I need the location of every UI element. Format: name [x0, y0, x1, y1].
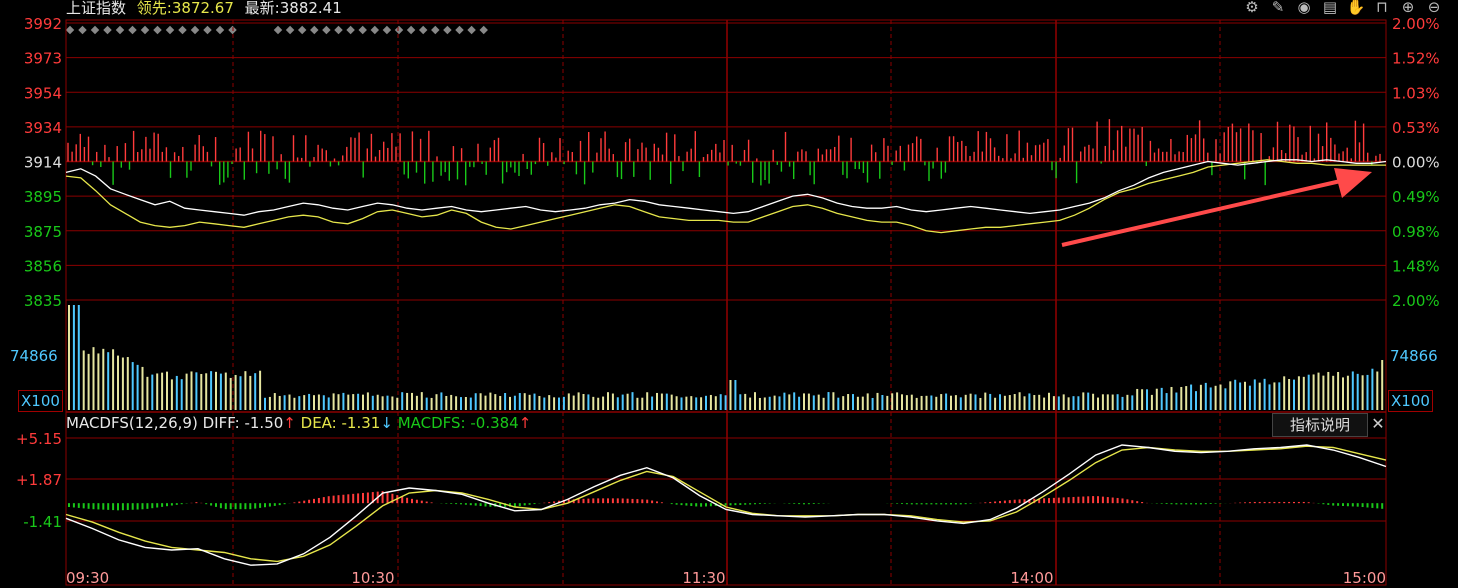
- macd-macdfs: MACDFS: -0.384: [397, 414, 519, 432]
- volume-max-right: 74866: [1390, 347, 1438, 365]
- marker-diamond: [297, 25, 307, 35]
- close-icon[interactable]: ✕: [1368, 413, 1388, 435]
- latest-value: 3882.41: [279, 0, 342, 17]
- marker-diamond: [285, 25, 295, 35]
- marker-diamond: [431, 25, 440, 35]
- marker-diamond: [90, 25, 100, 35]
- marker-diamond: [334, 25, 343, 35]
- x-tick-label: 14:00: [1010, 569, 1053, 587]
- y-tick-right: 0.98%: [1392, 223, 1440, 241]
- intraday-chart[interactable]: 3992 2.00% 3973 1.52% 3954 1.03% 3934 0.53% 3914…: [0, 0, 1458, 588]
- lead-label: 领先:: [136, 0, 172, 17]
- macd-prefix: MACDFS(12,26,9): [66, 414, 198, 432]
- y-tick-left: 3992: [24, 15, 62, 33]
- marker-diamond: [65, 25, 75, 35]
- macd-y-tick: +5.15: [16, 430, 62, 448]
- marker-diamond: [370, 25, 380, 35]
- marker-diamond: [346, 25, 355, 35]
- y-tick-left: 3954: [24, 84, 62, 102]
- macdfs-arrow: ↑: [518, 414, 532, 432]
- gear-icon[interactable]: ⚙: [1242, 0, 1262, 16]
- y-tick-left: 3895: [24, 188, 62, 206]
- pen-icon[interactable]: ✎: [1268, 0, 1288, 16]
- x-tick-label: 10:30: [351, 569, 394, 587]
- macd-diff: DIFF: -1.50: [202, 414, 284, 432]
- eye-icon[interactable]: ◉: [1294, 0, 1314, 16]
- marker-diamond: [115, 25, 125, 35]
- marker-diamond: [418, 25, 428, 35]
- box-icon[interactable]: ⊓: [1372, 0, 1392, 16]
- macd-y-tick: +1.87: [16, 471, 62, 489]
- y-tick-right: 2.00%: [1392, 15, 1440, 33]
- marker-diamond: [406, 25, 416, 35]
- marker-diamond: [190, 25, 200, 35]
- marker-diamond: [394, 25, 404, 35]
- macd-y-tick: -1.41: [23, 513, 62, 531]
- diff-arrow: ↑: [283, 414, 296, 432]
- marker-diamond: [443, 25, 452, 35]
- marker-diamond: [455, 25, 464, 35]
- y-tick-right: 1.48%: [1392, 257, 1440, 275]
- y-tick-right: 2.00%: [1392, 292, 1440, 310]
- x-tick-label: 15:00: [1343, 569, 1386, 587]
- indicator-explain-button[interactable]: 指标说明: [1272, 413, 1368, 437]
- volume-scale-left: X100: [18, 390, 63, 412]
- marker-diamond: [178, 25, 187, 35]
- y-tick-right: 0.00%: [1392, 154, 1440, 172]
- macd-dea: DEA: -1.31: [300, 414, 381, 432]
- latest-label: 最新:: [244, 0, 280, 17]
- lead-value: 3872.67: [171, 0, 234, 17]
- y-tick-left: 3835: [24, 292, 62, 310]
- marker-diamond: [310, 25, 319, 35]
- chart-frame: [65, 19, 1387, 586]
- marker-diamond: [358, 25, 367, 35]
- zoom-out-icon[interactable]: ⊖: [1424, 0, 1444, 16]
- hand-icon[interactable]: ✋: [1346, 0, 1366, 16]
- annotation-arrow-head: [1334, 168, 1372, 198]
- y-tick-right: 0.53%: [1392, 119, 1440, 137]
- y-tick-left: 3914: [24, 154, 62, 172]
- marker-diamond: [215, 25, 225, 35]
- marker-diamond: [153, 25, 162, 35]
- chart-header: 上证指数 领先:3872.67 最新:3882.41: [66, 0, 342, 18]
- marker-diamond: [140, 25, 150, 35]
- marker-diamond: [273, 25, 283, 35]
- y-tick-left: 3875: [24, 223, 62, 241]
- volume-scale-right: X100: [1388, 390, 1433, 412]
- marker-diamond: [382, 25, 392, 35]
- marker-diamond: [479, 25, 488, 35]
- y-tick-left: 3856: [24, 257, 62, 275]
- marker-diamond: [467, 25, 476, 35]
- y-tick-right: 1.03%: [1392, 84, 1440, 102]
- x-tick-label: 09:30: [66, 569, 109, 587]
- marker-diamond: [103, 25, 112, 35]
- chart-toolbar: ⚙ ✎ ◉ ▤ ✋ ⊓ ⊕ ⊖: [1242, 0, 1444, 16]
- marker-diamond: [128, 25, 137, 35]
- marker-diamond: [322, 25, 331, 35]
- x-tick-label: 11:30: [682, 569, 725, 587]
- y-tick-left: 3973: [24, 50, 62, 68]
- macd-legend: MACDFS(12,26,9) DIFF: -1.50↑ DEA: -1.31↓…: [66, 414, 531, 432]
- y-tick-left: 3934: [24, 119, 62, 137]
- cabinet-icon[interactable]: ▤: [1320, 0, 1340, 16]
- dea-arrow: ↓: [380, 414, 393, 432]
- annotation-arrow-shaft: [1061, 178, 1346, 247]
- volume-max-left: 74866: [10, 347, 58, 365]
- zoom-in-icon[interactable]: ⊕: [1398, 0, 1418, 16]
- index-name: 上证指数: [66, 0, 127, 17]
- price-line: [65, 159, 1387, 216]
- marker-diamond: [165, 25, 175, 35]
- marker-diamond: [203, 25, 212, 35]
- y-tick-right: 0.49%: [1392, 188, 1440, 206]
- marker-diamond: [78, 25, 87, 35]
- y-tick-right: 1.52%: [1392, 50, 1440, 68]
